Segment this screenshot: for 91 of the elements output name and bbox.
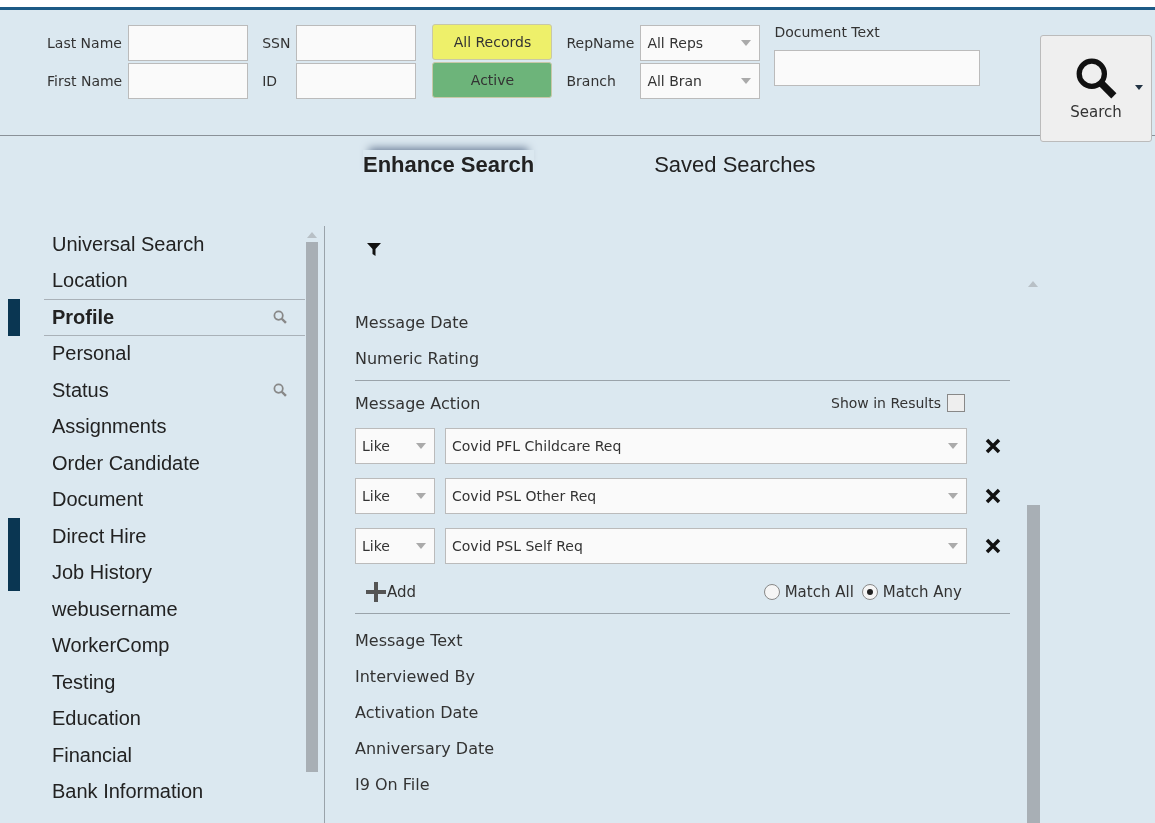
scrollbar-thumb[interactable]	[305, 242, 318, 772]
sidebar-item-label: Job History	[52, 561, 153, 585]
sidebar-item[interactable]: Financial	[44, 737, 305, 774]
close-icon[interactable]	[985, 488, 1001, 504]
tab[interactable]: Saved Searches	[654, 150, 816, 180]
operator-dropdown[interactable]: Like	[355, 428, 435, 464]
value-dropdown[interactable]: Covid PFL Childcare Req	[445, 428, 967, 464]
sidebar-item[interactable]: webusername	[44, 591, 305, 628]
field-label: RepName	[566, 35, 635, 51]
field-label[interactable]: Numeric Rating	[355, 340, 480, 376]
sidebar-item-label: webusername	[52, 597, 178, 621]
field-label[interactable]: Message Action	[355, 385, 481, 421]
field-label: First Name	[47, 73, 123, 89]
field-label[interactable]: Activation Date	[355, 694, 479, 730]
field-label: Document Text	[774, 24, 881, 40]
sidebar-item-label: Location	[52, 269, 128, 293]
field-label[interactable]: Interviewed By	[355, 658, 475, 694]
radio-button[interactable]	[861, 584, 878, 600]
caret-icon	[948, 543, 958, 549]
sidebar-item[interactable]: Assignments	[44, 408, 305, 445]
field-label: Last Name	[47, 35, 123, 51]
sidebar-item[interactable]: Status	[44, 372, 305, 409]
filter-button[interactable]: Active	[432, 62, 553, 98]
input-field[interactable]	[296, 63, 417, 99]
sidebar-item-label: Assignments	[52, 415, 167, 439]
input-field[interactable]	[128, 25, 249, 61]
sidebar-item-label: Education	[52, 707, 141, 731]
operator-dropdown[interactable]: Like	[355, 478, 435, 514]
caret-icon	[416, 543, 426, 549]
sidebar-item-label: Status	[52, 378, 109, 402]
scroll-up-icon[interactable]	[1028, 281, 1038, 287]
caret-icon	[1135, 85, 1143, 90]
sidebar-item-label: Bank Information	[52, 780, 204, 804]
sidebar-item[interactable]: Education	[44, 700, 305, 737]
search-icon	[1075, 56, 1117, 99]
dropdown[interactable]: All Reps	[640, 25, 761, 61]
filter-button[interactable]: All Records	[432, 24, 553, 60]
scroll-up-icon[interactable]	[306, 232, 317, 238]
radio-label: Match All	[784, 583, 854, 601]
close-icon[interactable]	[985, 538, 1001, 554]
sidebar-item-label: Order Candidate	[52, 451, 200, 475]
sidebar-item[interactable]: Location	[44, 262, 305, 299]
sidebar-item-label: Profile	[52, 305, 115, 329]
close-icon[interactable]	[985, 438, 1001, 454]
input-field[interactable]	[128, 63, 249, 99]
caret-icon	[948, 443, 958, 449]
add-button[interactable]: Add	[365, 581, 417, 603]
caret-icon	[416, 443, 426, 449]
sidebar-item-label: WorkerComp	[52, 634, 170, 658]
caret-icon	[741, 40, 752, 46]
field-label[interactable]: Message Date	[355, 304, 469, 340]
sidebar-item[interactable]: Job History	[44, 554, 305, 591]
field-label[interactable]: I9 On File	[355, 766, 430, 802]
field-label: Branch	[566, 73, 617, 89]
sidebar-item-label: Testing	[52, 670, 116, 694]
sidebar-item[interactable]: Testing	[44, 664, 305, 701]
search-button[interactable]: Search	[1040, 35, 1152, 142]
sidebar-item-label: Direct Hire	[52, 524, 147, 548]
field-label[interactable]: Anniversary Date	[355, 730, 495, 766]
sidebar-item[interactable]: Profile	[44, 299, 305, 336]
sidebar-item-label: Document	[52, 488, 144, 512]
sidebar-item[interactable]: Order Candidate	[44, 445, 305, 482]
caret-icon	[948, 493, 958, 499]
tab[interactable]: Enhance Search	[363, 150, 535, 180]
radio-button[interactable]	[763, 584, 780, 600]
field-label[interactable]: Message Text	[355, 622, 463, 658]
input-field[interactable]	[774, 50, 981, 86]
sidebar-item[interactable]: WorkerComp	[44, 627, 305, 664]
sidebar-item-label: Financial	[52, 743, 133, 767]
field-label: SSN	[262, 35, 291, 51]
sidebar-item[interactable]: Document	[44, 481, 305, 518]
input-field[interactable]	[296, 25, 417, 61]
filter-icon[interactable]	[367, 242, 381, 256]
radio-label: Match Any	[882, 583, 962, 601]
operator-dropdown[interactable]: Like	[355, 528, 435, 564]
checkbox[interactable]	[947, 394, 965, 412]
sidebar-item-label: Personal	[52, 342, 131, 366]
plus-icon	[365, 581, 387, 603]
field-label: ID	[262, 73, 279, 89]
scrollbar-thumb[interactable]	[1026, 505, 1040, 823]
value-dropdown[interactable]: Covid PSL Other Req	[445, 478, 967, 514]
sidebar-item[interactable]: Personal	[44, 335, 305, 372]
checkbox-label: Show in Results	[831, 395, 941, 411]
sidebar-item[interactable]: Direct Hire	[44, 518, 305, 555]
caret-icon	[741, 78, 752, 84]
sidebar-item[interactable]: Bank Information	[44, 773, 305, 810]
dropdown[interactable]: All Bran	[640, 63, 761, 99]
caret-icon	[416, 493, 426, 499]
sidebar-item[interactable]: Universal Search	[44, 226, 305, 263]
sidebar-item-label: Universal Search	[52, 232, 205, 256]
value-dropdown[interactable]: Covid PSL Self Req	[445, 528, 967, 564]
